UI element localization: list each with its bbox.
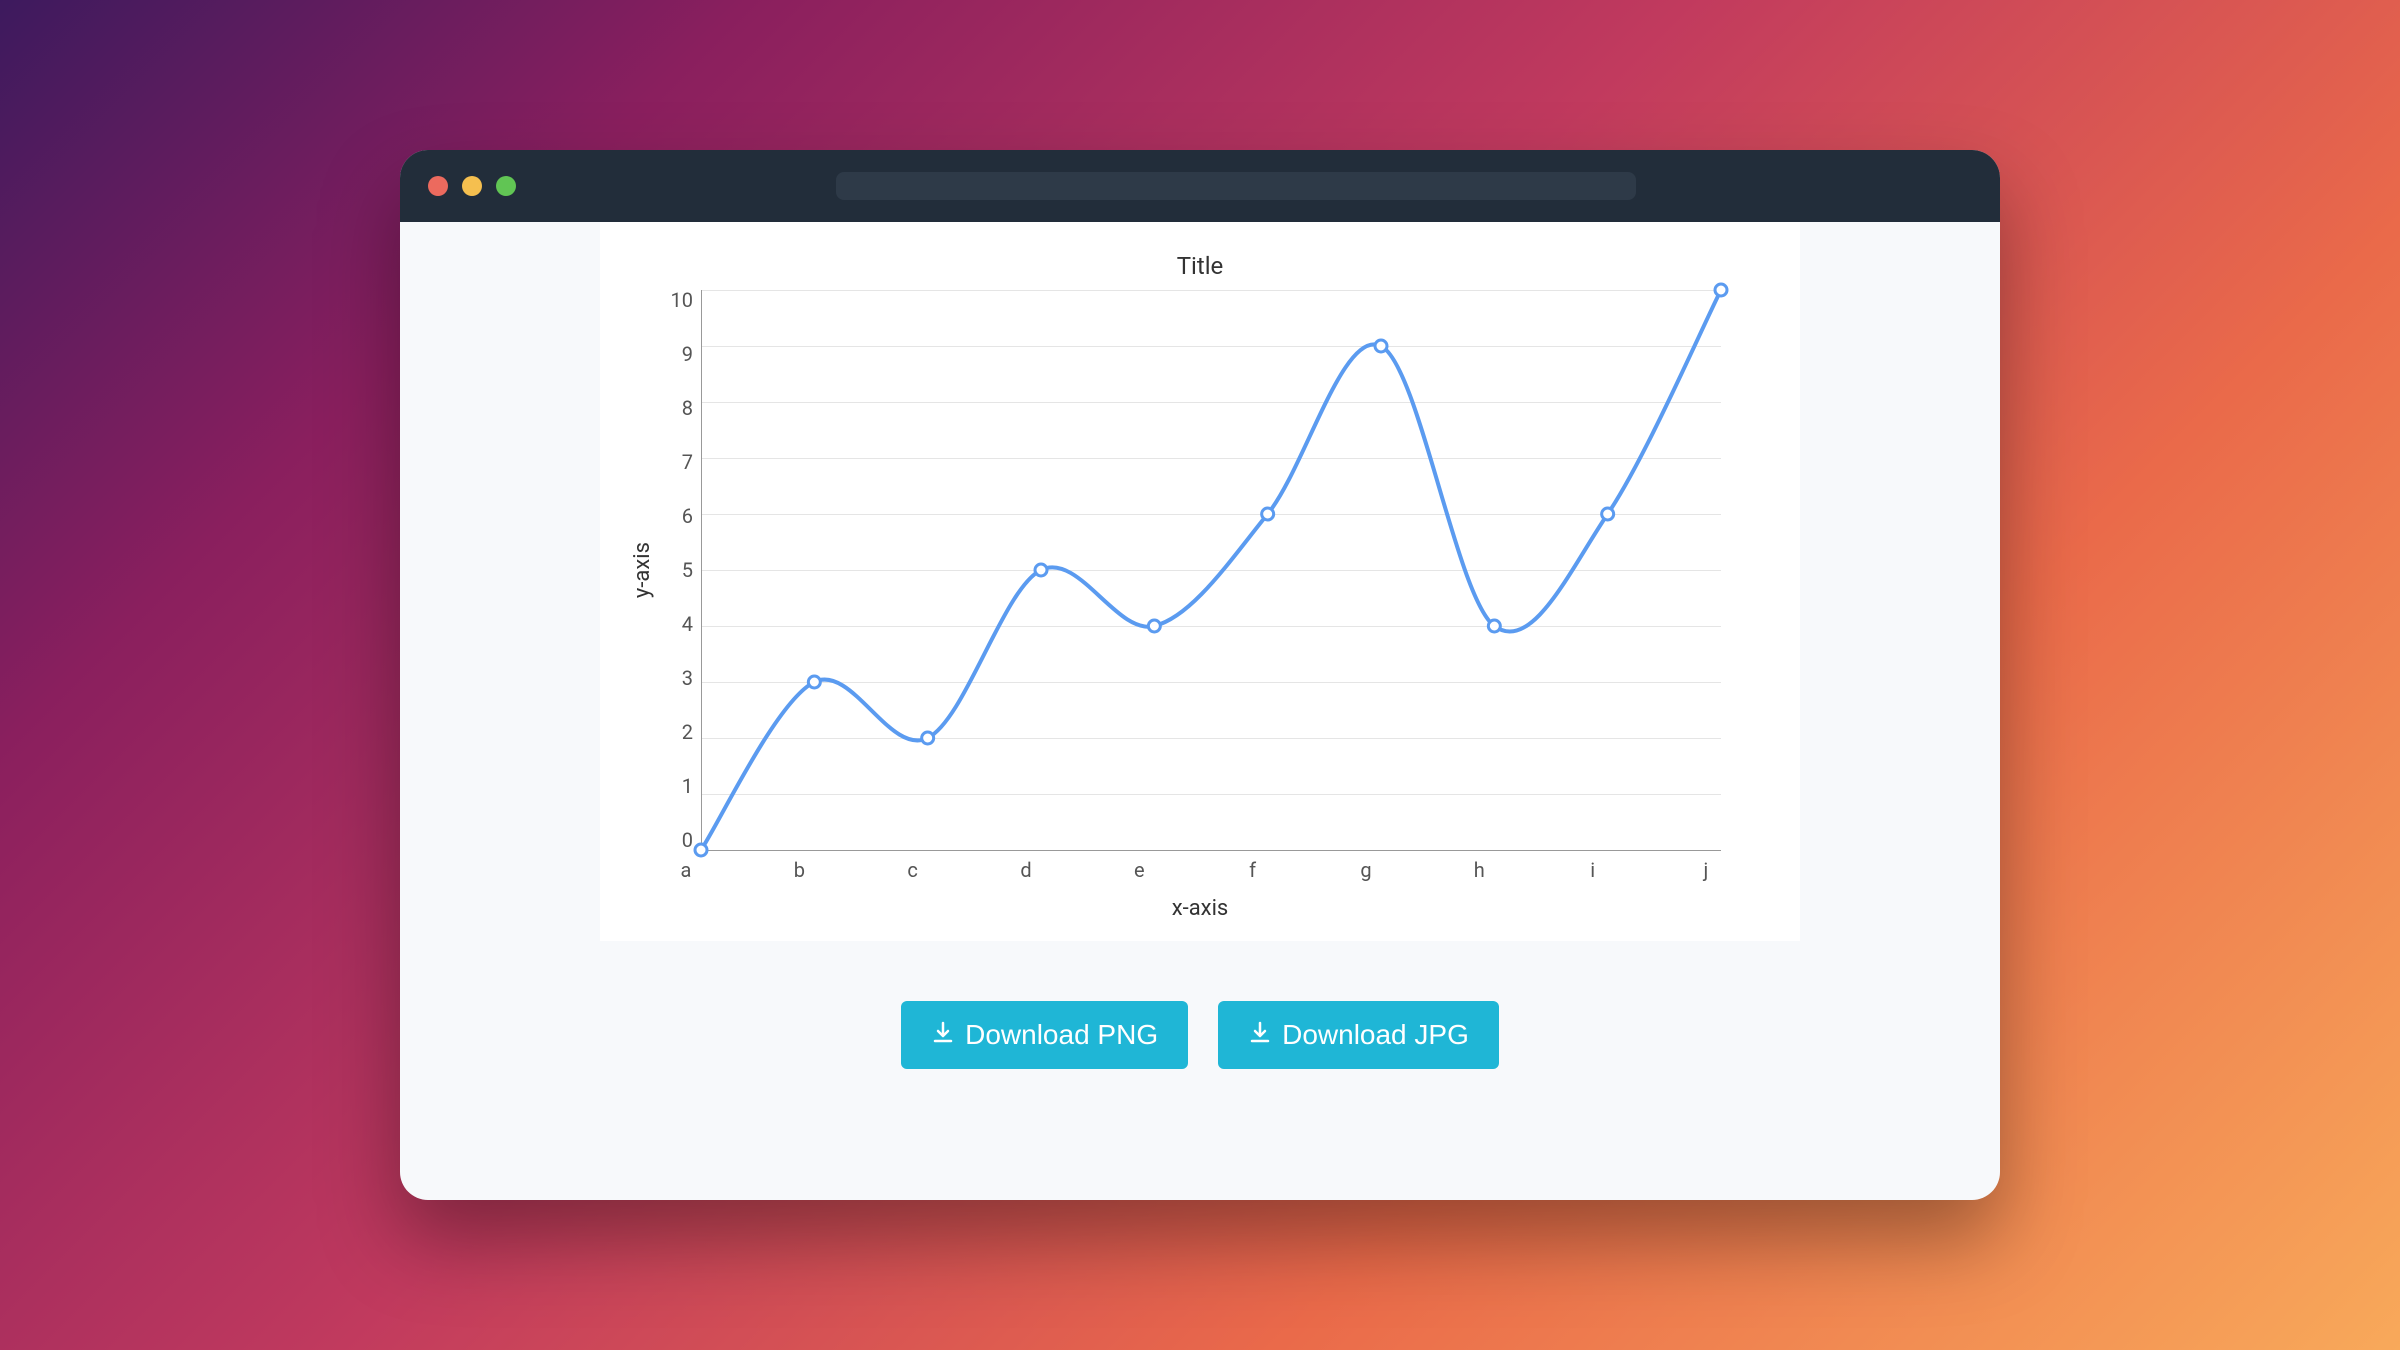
chart-card: Title y-axis 10 9 8 7 6 5 4 3 2 1 0 (600, 222, 1800, 941)
y-tick: 10 (663, 290, 693, 310)
data-point[interactable] (1262, 508, 1274, 520)
chart-title: Title (630, 252, 1770, 280)
chart-plot[interactable] (701, 290, 1721, 850)
titlebar (400, 150, 2000, 222)
y-tick: 1 (663, 776, 693, 796)
download-png-button[interactable]: Download PNG (901, 1001, 1188, 1069)
data-point[interactable] (1375, 340, 1387, 352)
download-icon (1248, 1019, 1272, 1051)
y-tick: 6 (663, 506, 693, 526)
data-point[interactable] (695, 844, 707, 856)
download-icon (931, 1019, 955, 1051)
window-controls (428, 176, 516, 196)
data-point[interactable] (922, 732, 934, 744)
data-point[interactable] (1148, 620, 1160, 632)
y-axis-label: y-axis (630, 542, 655, 598)
data-point[interactable] (1488, 620, 1500, 632)
chart-svg (701, 290, 1721, 862)
y-tick: 9 (663, 344, 693, 364)
chart-area: y-axis 10 9 8 7 6 5 4 3 2 1 0 (630, 290, 1770, 850)
x-axis-label: x-axis (630, 896, 1770, 921)
data-point[interactable] (1035, 564, 1047, 576)
y-tick: 5 (663, 560, 693, 580)
x-tick: a (676, 858, 696, 882)
close-window-button[interactable] (428, 176, 448, 196)
page-content: Title y-axis 10 9 8 7 6 5 4 3 2 1 0 (400, 222, 2000, 1200)
y-tick: 3 (663, 668, 693, 688)
maximize-window-button[interactable] (496, 176, 516, 196)
data-point[interactable] (808, 676, 820, 688)
data-point[interactable] (1715, 284, 1727, 296)
download-jpg-label: Download JPG (1282, 1019, 1469, 1051)
minimize-window-button[interactable] (462, 176, 482, 196)
browser-window: Title y-axis 10 9 8 7 6 5 4 3 2 1 0 (400, 150, 2000, 1200)
y-tick: 4 (663, 614, 693, 634)
line-series (701, 290, 1721, 850)
y-tick: 2 (663, 722, 693, 742)
y-axis-ticks: 10 9 8 7 6 5 4 3 2 1 0 (663, 290, 693, 850)
button-row: Download PNG Download JPG (901, 1001, 1499, 1069)
download-jpg-button[interactable]: Download JPG (1218, 1001, 1499, 1069)
y-tick: 7 (663, 452, 693, 472)
y-tick: 0 (663, 830, 693, 850)
data-point[interactable] (1602, 508, 1614, 520)
y-tick: 8 (663, 398, 693, 418)
address-bar[interactable] (836, 172, 1636, 200)
download-png-label: Download PNG (965, 1019, 1158, 1051)
